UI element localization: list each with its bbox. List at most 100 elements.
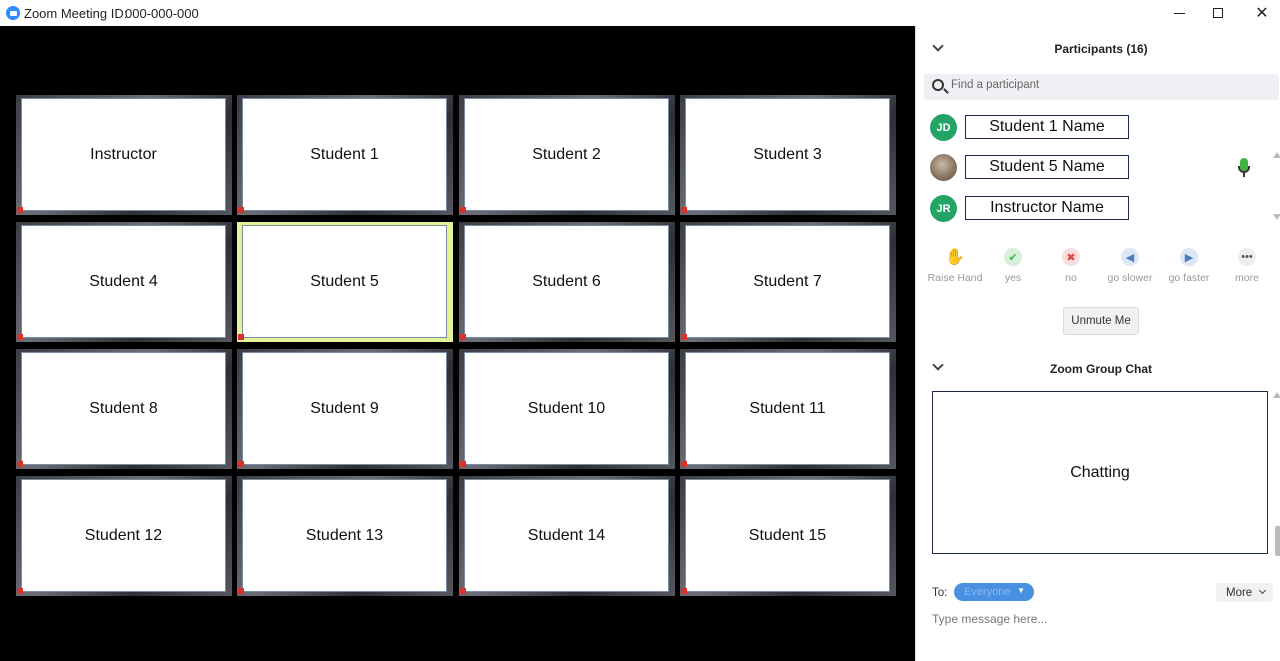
video-tile[interactable]: Student 2 — [459, 95, 675, 215]
reaction-go-slower-button[interactable]: ◀ go slower — [1100, 248, 1160, 284]
video-tile[interactable]: Student 4 — [16, 222, 232, 342]
video-tile-frame: Student 11 — [685, 352, 890, 465]
side-panel: Participants (16) JD Student 1 Name Studen… — [915, 26, 1280, 661]
participant-name: Instructor Name — [965, 196, 1129, 220]
video-tile-frame: Student 10 — [464, 352, 669, 465]
muted-mic-icon — [460, 207, 466, 213]
muted-mic-icon — [681, 334, 687, 340]
reaction-raise-hand-button[interactable]: ✋ Raise Hand — [925, 248, 985, 284]
fast-forward-icon: ▶ — [1180, 248, 1198, 266]
video-tile[interactable]: Student 1 — [237, 95, 453, 215]
video-tile[interactable]: Student 9 — [237, 349, 453, 469]
video-tile-name: Student 11 — [749, 399, 826, 417]
participant-name: Student 1 Name — [965, 115, 1129, 139]
caret-down-icon: ▼ — [1017, 586, 1025, 595]
muted-mic-icon — [17, 207, 23, 213]
minimize-icon — [1173, 12, 1185, 14]
title-bar: Zoom Meeting ID: 000-000-000 ✕ — [0, 0, 1280, 26]
recipient-dropdown[interactable]: Everyone ▼ — [954, 583, 1034, 601]
participant-row[interactable]: JR Instructor Name — [916, 193, 1276, 229]
video-tile[interactable]: Student 7 — [680, 222, 896, 342]
video-tile-frame: Student 6 — [464, 225, 669, 338]
chat-body-text: Chatting — [1070, 463, 1130, 481]
chat-title: Zoom Group Chat — [1050, 362, 1152, 376]
muted-mic-icon — [238, 588, 244, 594]
video-tile[interactable]: Student 12 — [16, 476, 232, 596]
video-tile[interactable]: Student 8 — [16, 349, 232, 469]
video-tile-name: Student 3 — [753, 145, 822, 163]
chevron-down-icon — [1258, 586, 1267, 595]
chat-message-input[interactable] — [932, 612, 1272, 626]
muted-mic-icon — [460, 461, 466, 467]
check-icon: ✔ — [1004, 248, 1022, 266]
video-tile-name: Instructor — [90, 145, 157, 163]
reaction-more-button[interactable]: ••• more — [1217, 248, 1277, 284]
search-icon — [932, 79, 944, 91]
reaction-bar: ✋ Raise Hand ✔ yes ✖ no ◀ go slower ▶ go faster ••… — [916, 248, 1280, 292]
video-tile-name: Student 7 — [753, 272, 822, 290]
video-tile[interactable]: Student 14 — [459, 476, 675, 596]
reaction-label: go faster — [1168, 272, 1210, 284]
reaction-label: more — [1235, 272, 1259, 284]
participants-title: Participants (16) — [1054, 42, 1148, 56]
muted-mic-icon — [681, 461, 687, 467]
video-tile-frame: Student 2 — [464, 98, 669, 211]
muted-mic-icon — [681, 207, 687, 213]
video-tile-name: Student 4 — [89, 272, 158, 290]
more-label: More — [1226, 586, 1253, 599]
close-icon: ✕ — [1255, 5, 1269, 22]
video-tile-frame: Student 3 — [685, 98, 890, 211]
video-tile-name: Student 5 — [310, 272, 379, 290]
video-tile-name: Student 1 — [310, 145, 379, 163]
video-tile-frame: Student 1 — [242, 98, 447, 211]
video-tile[interactable]: Student 11 — [680, 349, 896, 469]
video-tile-name: Student 15 — [748, 526, 827, 544]
video-tile[interactable]: Student 10 — [459, 349, 675, 469]
muted-mic-icon — [681, 588, 687, 594]
muted-mic-icon — [460, 588, 466, 594]
unmute-me-button[interactable]: Unmute Me — [1063, 307, 1139, 335]
participant-search[interactable] — [924, 74, 1279, 100]
reaction-no-button[interactable]: ✖ no — [1041, 248, 1101, 284]
reaction-go-faster-button[interactable]: ▶ go faster — [1159, 248, 1219, 284]
video-gallery: Instructor Student 1 Student 2 Student 3 Stu… — [0, 26, 915, 661]
ellipsis-icon: ••• — [1238, 248, 1256, 266]
muted-mic-icon — [17, 334, 23, 340]
minimize-button[interactable] — [1164, 2, 1194, 24]
reaction-label: Raise Hand — [927, 272, 983, 284]
scroll-down-arrow-icon[interactable] — [1273, 214, 1280, 220]
maximize-button[interactable] — [1203, 2, 1233, 24]
participant-name: Student 5 Name — [965, 155, 1129, 179]
video-tile-name: Student 9 — [310, 399, 379, 417]
video-tile-frame: Instructor — [21, 98, 226, 211]
video-tile-name: Student 6 — [532, 272, 601, 290]
chat-scroll-up-icon[interactable] — [1273, 392, 1280, 398]
video-tile[interactable]: Instructor — [16, 95, 232, 215]
reaction-yes-button[interactable]: ✔ yes — [983, 248, 1043, 284]
muted-mic-icon — [238, 461, 244, 467]
search-input[interactable] — [951, 79, 1251, 91]
video-tile[interactable]: Student 15 — [680, 476, 896, 596]
reaction-label: no — [1065, 272, 1077, 284]
chat-more-button[interactable]: More — [1216, 583, 1273, 602]
window-title-label: Zoom Meeting ID: — [24, 6, 128, 21]
video-tile-frame: Student 13 — [242, 479, 447, 592]
close-button[interactable]: ✕ — [1247, 2, 1277, 24]
recipient-label: Everyone — [964, 586, 1011, 598]
scroll-up-arrow-icon[interactable] — [1273, 152, 1280, 158]
video-tile[interactable]: Student 3 — [680, 95, 896, 215]
participant-row[interactable]: JD Student 1 Name — [916, 112, 1276, 148]
video-tile[interactable]: Student 5 — [237, 222, 453, 342]
video-tile[interactable]: Student 6 — [459, 222, 675, 342]
avatar: JD — [930, 114, 957, 141]
video-tile-frame: Student 7 — [685, 225, 890, 338]
video-tile-frame: Student 8 — [21, 352, 226, 465]
video-tile[interactable]: Student 13 — [237, 476, 453, 596]
muted-mic-icon — [460, 334, 466, 340]
video-tile-name: Student 2 — [532, 145, 601, 163]
chat-scrollbar-thumb[interactable] — [1275, 526, 1280, 556]
participant-row[interactable]: Student 5 Name — [916, 152, 1276, 188]
microphone-icon[interactable] — [1238, 158, 1250, 177]
muted-mic-icon — [17, 461, 23, 467]
chat-messages-area: Chatting — [932, 391, 1268, 554]
